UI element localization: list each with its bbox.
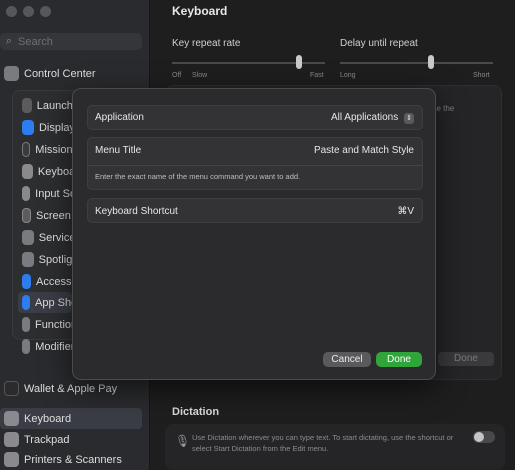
keyboard-icon	[4, 411, 19, 426]
sidebar-item-keyboard-sub[interactable]: Keyboard	[18, 161, 72, 182]
page-title: Keyboard	[172, 4, 228, 18]
displays-icon	[22, 120, 34, 135]
key-repeat-tick-fast: Fast	[310, 72, 324, 79]
sidebar-item-label: Spotlight	[38, 253, 72, 266]
sidebar-item-label: Input Sources	[35, 187, 72, 200]
sidebar-item-label: Accessibility	[36, 275, 72, 288]
sidebar-item-accessibility[interactable]: Accessibility	[18, 271, 72, 292]
microphone-icon: 🎙	[175, 434, 191, 448]
application-popup[interactable]: All Applications ⇕	[331, 112, 414, 124]
dictation-title: Dictation	[172, 406, 220, 418]
sidebar-item-trackpad[interactable]: Trackpad	[0, 429, 142, 450]
sidebar-item-wallet[interactable]: Wallet & Apple Pay	[0, 378, 142, 399]
delay-repeat-label: Delay until repeat	[340, 38, 418, 49]
control-center-icon	[4, 66, 19, 81]
zoom-window-button[interactable]	[40, 6, 51, 17]
menu-title-label: Menu Title	[95, 145, 142, 156]
sidebar-item-label: Keyboard	[37, 165, 72, 178]
keyboard-sliders: Key repeat rate Off Slow Fast Delay unti…	[170, 28, 502, 86]
sidebar-item-mission-control[interactable]: Mission Control	[18, 139, 72, 160]
done-button[interactable]: Done	[376, 352, 422, 367]
sidebar-item-input-sources[interactable]: Input Sources	[18, 183, 72, 204]
sidebar-item-label: Screen Saver	[36, 209, 72, 222]
background-sheet-text: pe the	[432, 104, 455, 113]
sidebar-item-label: Services	[38, 231, 72, 244]
sidebar-item-function-keys[interactable]: Function Keys	[18, 314, 72, 335]
window-controls	[6, 6, 51, 17]
sidebar-item-label: Function Keys	[34, 318, 72, 331]
sidebar-item-app-shortcuts[interactable]: App Shortcuts	[18, 292, 72, 313]
wallet-icon	[4, 381, 19, 396]
launchpad-icon	[22, 98, 32, 113]
dictation-toggle[interactable]	[473, 431, 495, 443]
application-value: All Applications	[330, 112, 399, 123]
trackpad-icon	[4, 432, 19, 447]
screenshot-icon	[22, 208, 32, 223]
menu-title-field[interactable]: Paste and Match Style	[314, 145, 414, 156]
delay-repeat-tick-short: Short	[473, 72, 490, 79]
application-label: Application	[95, 112, 144, 123]
chevron-updown-icon: ⇕	[404, 113, 414, 124]
dictation-description: Use Dictation wherever you can type text…	[192, 433, 454, 453]
printer-icon	[4, 452, 19, 467]
sidebar-item-services[interactable]: Services	[18, 227, 72, 248]
key-repeat-knob[interactable]	[296, 55, 302, 69]
key-repeat-tick-slow: Slow	[192, 72, 208, 79]
sidebar-item-label: Trackpad	[24, 433, 70, 446]
function-keys-icon	[22, 317, 30, 332]
sidebar-item-control-center[interactable]: Control Center	[0, 63, 142, 84]
app-shortcuts-icon	[22, 295, 31, 310]
menu-title-row[interactable]: Menu Title Paste and Match Style Enter t…	[87, 137, 423, 190]
spotlight-icon	[22, 252, 34, 267]
sidebar-item-label: Launchpad	[36, 99, 72, 112]
sidebar-item-spotlight[interactable]: Spotlight	[18, 249, 72, 270]
dictation-panel: 🎙 Use Dictation wherever you can type te…	[165, 424, 505, 470]
accessibility-icon	[22, 274, 32, 289]
search-icon: ⌕	[5, 35, 13, 47]
key-repeat-tick-off: Off	[172, 72, 182, 79]
sidebar-item-label: Displays	[38, 121, 72, 134]
sidebar-item-screenshots[interactable]: Screen Saver	[18, 205, 72, 226]
close-window-button[interactable]	[6, 6, 17, 17]
services-icon	[22, 230, 34, 245]
sidebar-item-label: Control Center	[24, 67, 96, 80]
key-repeat-slider[interactable]	[172, 62, 325, 64]
delay-repeat-slider[interactable]	[340, 62, 493, 64]
sidebar-item-label: Mission Control	[35, 143, 72, 156]
keyboard-shortcut-field[interactable]: ⌘V	[397, 206, 414, 217]
application-row[interactable]: Application All Applications ⇕	[87, 105, 423, 130]
search-field[interactable]: ⌕ Search	[0, 33, 142, 50]
delay-repeat-tick-long: Long	[340, 72, 356, 79]
minimize-window-button[interactable]	[23, 6, 34, 17]
menu-title-hint: Enter the exact name of the menu command…	[95, 172, 301, 181]
keyboard-shortcut-row[interactable]: Keyboard Shortcut ⌘V	[87, 198, 423, 223]
mission-control-icon	[22, 142, 31, 157]
keyboard-shortcut-label: Keyboard Shortcut	[95, 206, 178, 217]
sidebar-item-label: Wallet & Apple Pay	[24, 382, 118, 395]
input-sources-icon	[22, 186, 31, 201]
key-repeat-label: Key repeat rate	[172, 38, 241, 49]
modifier-keys-icon	[22, 339, 31, 354]
sidebar-item-label: Printers & Scanners	[24, 453, 122, 466]
keyboard-icon	[22, 164, 33, 179]
background-done-button: Done	[438, 352, 494, 366]
sidebar-item-modifier-keys[interactable]: Modifier Keys	[18, 336, 72, 357]
sidebar-item-displays[interactable]: Displays	[18, 117, 72, 138]
divider	[88, 165, 422, 166]
sidebar-item-keyboard[interactable]: Keyboard	[0, 408, 142, 429]
search-placeholder: Search	[18, 35, 53, 48]
sidebar-item-launchpad[interactable]: Launchpad	[18, 95, 72, 116]
cancel-button[interactable]: Cancel	[323, 352, 371, 367]
sidebar-item-label: Keyboard	[24, 412, 72, 425]
add-shortcut-dialog: Application All Applications ⇕ Menu Titl…	[72, 88, 436, 380]
delay-repeat-knob[interactable]	[428, 55, 434, 69]
sidebar-item-printers[interactable]: Printers & Scanners	[0, 449, 142, 470]
sidebar-item-label: App Shortcuts	[35, 296, 72, 309]
sidebar-item-label: Modifier Keys	[35, 340, 72, 353]
